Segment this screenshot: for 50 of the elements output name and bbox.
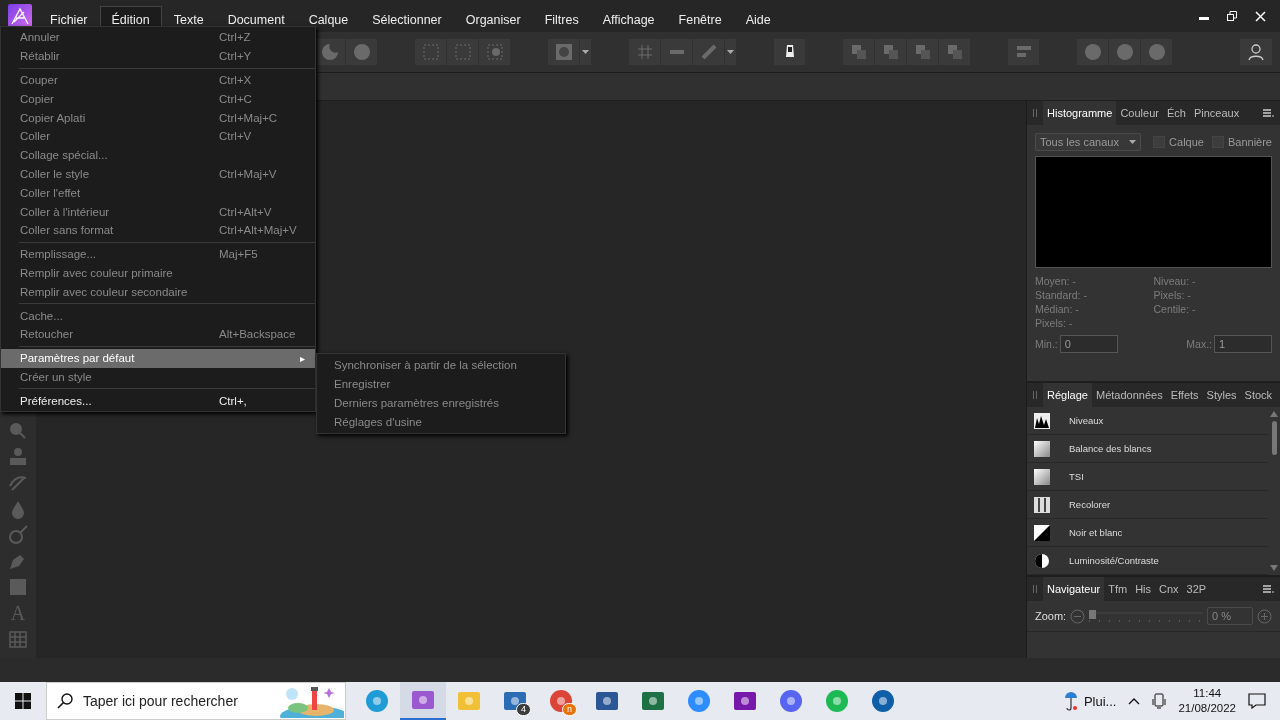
stat-label: Pixels: - [1153,289,1191,301]
min-field[interactable]: 0 [1059,335,1118,353]
stat-label: Standard: - [1035,289,1087,301]
stat-label: Centile: - [1153,303,1196,315]
zoom-label: Zoom: [1035,610,1067,622]
menu-item[interactable]: Affichage [590,6,667,32]
menu-entry[interactable]: Paramètres par défaut ▸ [1,348,315,368]
adjustment-item[interactable]: Noir et blanc [1027,519,1268,547]
panel-tab[interactable]: Éch [1162,101,1190,125]
panel-tab[interactable]: Styles [1202,383,1241,407]
min-label: Min.: [1035,338,1058,350]
clock-time[interactable]: 11:44 [1193,686,1222,701]
menu-item[interactable]: Aide [733,6,783,32]
panel-tab[interactable]: His [1131,577,1156,601]
checkbox-label: Bannière [1227,136,1272,148]
panel-tab[interactable]: 32P [1182,577,1211,601]
menu-item[interactable]: Organiser [453,6,533,32]
stat-label: Pixels: - [1035,317,1073,329]
taskbar-app[interactable]: 4 [492,682,538,720]
max-field[interactable]: 1 [1214,335,1272,353]
panel-tab[interactable]: Navigateur [1043,577,1105,601]
menu-item[interactable]: Sélectionner [360,6,454,32]
adjustment-item[interactable]: Balance des blancs [1027,435,1268,463]
panel-tab[interactable]: Métadonnées [1092,383,1167,407]
zoom-value[interactable]: 0 % [1207,607,1253,625]
clock-date[interactable]: 21/08/2022 [1178,701,1236,716]
max-label: Max.: [1186,338,1212,350]
menu-item[interactable]: Fenêtre [666,6,734,32]
panel-tab[interactable]: Tfm [1104,577,1132,601]
channel-dropdown[interactable]: Tous les canaux [1035,133,1141,151]
weather-text[interactable]: Plui... [1083,693,1117,709]
adjustment-item[interactable]: Luminosité/Contraste [1027,547,1268,575]
panel-tab[interactable]: Effets [1166,383,1203,407]
adjustment-item[interactable]: Niveaux [1027,407,1268,435]
adjustment-item[interactable]: TSI [1027,463,1268,491]
panel-tab[interactable]: Couleur [1116,101,1163,125]
panel-tab[interactable]: Cnx [1155,577,1183,601]
notification-badge: 4 [516,703,531,716]
menu-item[interactable]: Filtres [532,6,591,32]
panel-tab[interactable]: Pinceaux [1189,101,1244,125]
notification-badge: n [562,703,577,716]
panel-tab[interactable]: Stock [1240,383,1277,407]
stat-label: Médian: - [1035,303,1079,315]
panel-tab[interactable]: Histogramme [1043,101,1117,125]
menu-entry[interactable]: Préférences... Ctrl+, [1,391,315,411]
panel-tab[interactable]: Réglage [1043,383,1092,407]
stat-label: Niveau: - [1153,275,1196,287]
stat-label: Moyen: - [1035,275,1076,287]
checkbox-label: Calque [1169,136,1204,148]
adjustment-item[interactable]: Recolorer [1027,491,1268,519]
